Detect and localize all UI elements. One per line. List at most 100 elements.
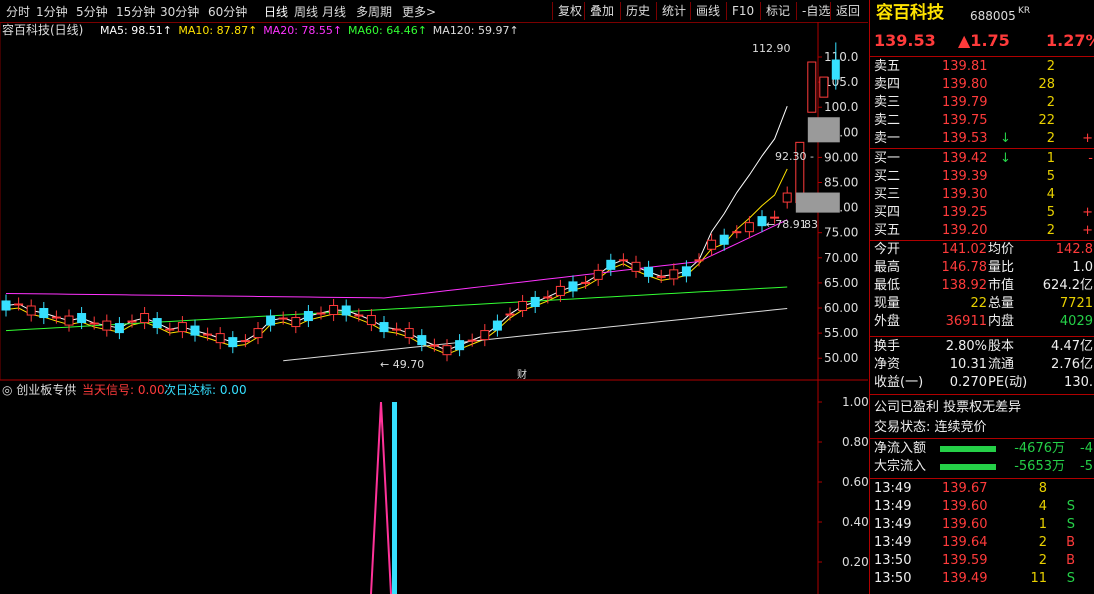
mid-annotation: 92.30 - (775, 150, 814, 163)
candle-body (64, 315, 74, 326)
stat-label: 换手 (874, 339, 901, 354)
stat-label: 最低 (874, 278, 901, 293)
period-tab-8[interactable]: 月线 (322, 3, 346, 20)
bid-extra: + (1082, 205, 1093, 220)
ma-legend-1: MA10: 87.87↑ (178, 24, 257, 37)
divider (870, 56, 1094, 57)
candle-body (681, 266, 691, 277)
ask-vol: 2 (1046, 95, 1055, 110)
period-tab-9[interactable]: 多周期 (356, 3, 392, 20)
bid-price: 139.42 (942, 151, 988, 166)
indicator-tick-2: 0.60 (842, 475, 868, 489)
divider (870, 478, 1094, 479)
quote-panel: 容百科技 688005 KR 139.53 ▲1.75 1.27% 卖五 139.… (869, 0, 1094, 594)
toolbar-action-5[interactable]: F10 (726, 2, 759, 20)
candle-body (593, 269, 603, 280)
price-tick-7: 75.00 (824, 226, 858, 240)
ask-row: 卖一 139.53 ↓ 2 + (870, 130, 1094, 148)
ma-legend-4: MA120: 59.97↑ (433, 24, 519, 37)
bid-vol: 5 (1046, 169, 1055, 184)
candle-body (14, 303, 24, 306)
flow-value: -5653万 (1014, 459, 1065, 474)
period-tab-1[interactable]: 1分钟 (36, 3, 68, 20)
candle-body (114, 323, 124, 334)
ask-vol: 2 (1046, 131, 1055, 146)
tick-vol: 11 (1030, 571, 1047, 586)
toolbar-action-3[interactable]: 统计 (656, 2, 691, 20)
candle-body (707, 239, 717, 250)
candle-body (127, 320, 137, 323)
tick-time: 13:50 (874, 571, 912, 586)
bid-vol: 2 (1046, 223, 1055, 238)
period-tab-5[interactable]: 60分钟 (208, 3, 247, 20)
candle-body (530, 296, 540, 307)
signal-spike (370, 401, 392, 594)
stat-value: 624.2亿 (1042, 278, 1093, 293)
candle-body (51, 316, 61, 319)
stat-value: 2.80% (945, 339, 987, 354)
candle-body (316, 312, 326, 315)
candle-body (77, 313, 87, 324)
stat-row: 今开 141.02 均价 142.8 (870, 241, 1094, 259)
bid-label: 买三 (874, 187, 901, 202)
candle-body (429, 344, 439, 347)
stat-label: 市值 (988, 278, 1015, 293)
stat-value: 4029 (1059, 314, 1093, 329)
candle-body (492, 320, 502, 331)
toolbar-action-6[interactable]: 标记 (760, 2, 795, 20)
period-tab-3[interactable]: 15分钟 (116, 3, 155, 20)
period-tab-7[interactable]: 周线 (294, 3, 318, 20)
bid-row: 买二 139.39 5 (870, 168, 1094, 186)
candle-body (140, 313, 150, 324)
kline-chart-area[interactable]: 容百科技(日线) MA5: 98.51↑ MA10: 87.87↑ MA20: 78.… (0, 22, 868, 594)
tick-row: 13:50 139.49 11 S (870, 570, 1094, 588)
toolbar-action-2[interactable]: 历史 (620, 2, 655, 20)
period-tab-0[interactable]: 分时 (6, 3, 30, 20)
period-tab-2[interactable]: 5分钟 (76, 3, 108, 20)
stat-label: 流通 (988, 357, 1015, 372)
candle-body (366, 315, 376, 326)
candle-body (442, 345, 452, 356)
candle-body (1, 300, 11, 311)
gap-annotation: ←78.91 (766, 218, 807, 231)
toolbar-action-8[interactable]: 返回 (830, 2, 865, 20)
toolbar-action-4[interactable]: 画线 (690, 2, 725, 20)
bid-price: 139.20 (942, 223, 988, 238)
tick-vol: 8 (1038, 481, 1047, 496)
flow-row: 净流入额 -4676万 -4 (870, 440, 1094, 458)
price-tick-0: 110.0 (824, 50, 858, 64)
period-tab-4[interactable]: 30分钟 (160, 3, 199, 20)
stat-value: 22 (970, 296, 987, 311)
candle-body (732, 231, 742, 234)
period-tab-10[interactable]: 更多> (402, 3, 436, 20)
ask-price: 139.75 (942, 113, 988, 128)
candle-body (203, 333, 213, 336)
stat-row: 净资 10.31 流通 2.76亿 (870, 356, 1094, 374)
candle-body (152, 318, 162, 329)
indicator-tick-0: 1.00 (842, 395, 868, 409)
divider (870, 394, 1094, 395)
bid-vol: 4 (1046, 187, 1055, 202)
flow-bar (940, 464, 996, 470)
tick-row: 13:49 139.60 4 S (870, 498, 1094, 516)
stock-header: 容百科技 688005 KR (870, 4, 1094, 26)
stat-value: 130. (1064, 375, 1093, 390)
toolbar-action-1[interactable]: 叠加 (584, 2, 619, 20)
toolbar-action-0[interactable]: 复权 (552, 2, 587, 20)
flow-extra: -5 (1080, 459, 1093, 474)
tick-time: 13:49 (874, 535, 912, 550)
gap-box (807, 117, 840, 143)
divider (870, 438, 1094, 439)
bid-row: 买一 139.42 ↓ 1 - (870, 150, 1094, 168)
candle-body (379, 322, 389, 333)
stat-row: 收益(一) 0.270 PE(动) 130. (870, 374, 1094, 392)
period-tab-6[interactable]: 日线 (264, 3, 288, 20)
candle-body (555, 285, 565, 296)
flow-bar (940, 446, 996, 452)
candle-body (417, 335, 427, 346)
stat-label: 总量 (988, 296, 1015, 311)
candle-body (177, 322, 187, 333)
market-badge: KR (1018, 6, 1031, 16)
stat-row: 最低 138.92 市值 624.2亿 (870, 277, 1094, 295)
note-row: 交易状态: 连续竞价 (870, 419, 1094, 437)
